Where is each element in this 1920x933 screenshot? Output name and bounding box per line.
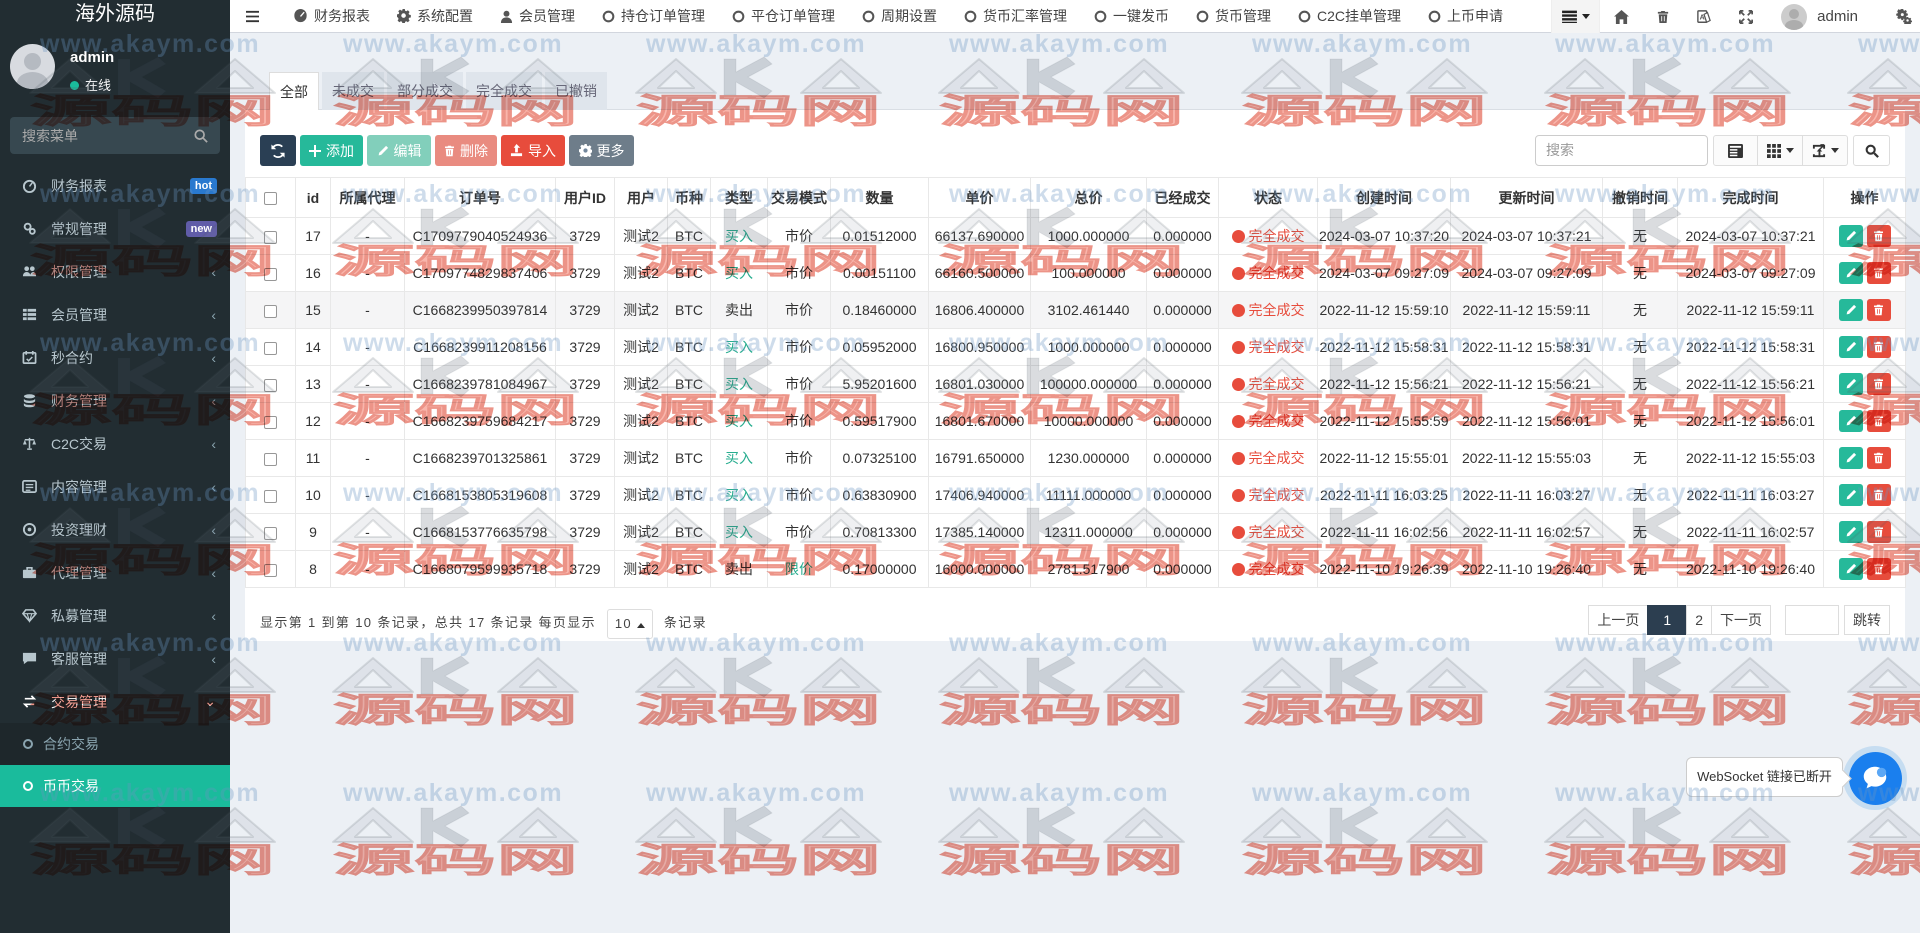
svg-text:A: A — [1700, 14, 1705, 21]
